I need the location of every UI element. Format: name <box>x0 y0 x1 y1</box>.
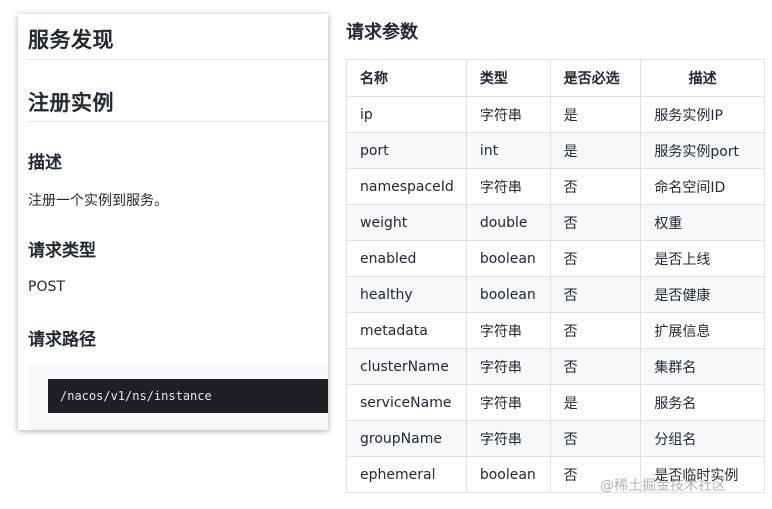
cell-desc: 集群名 <box>640 348 765 385</box>
cell-name: port <box>346 132 467 169</box>
cell-name: ip <box>346 96 467 133</box>
request-type-value: POST <box>28 279 65 295</box>
cell-required: 是 <box>549 96 642 133</box>
cell-type: 字符串 <box>465 168 551 205</box>
divider <box>28 59 328 60</box>
cell-name: namespaceId <box>346 168 467 205</box>
cell-desc: 是否上线 <box>640 240 765 277</box>
cell-name: clusterName <box>346 348 467 385</box>
code-block: /nacos/v1/ns/instance <box>28 364 328 430</box>
header-name: 名称 <box>346 59 467 97</box>
header-type: 类型 <box>465 59 551 97</box>
table-row: namespaceId 字符串 否 命名空间ID <box>346 168 765 205</box>
title-register-instance: 注册实例 <box>28 91 114 115</box>
heading-request-type: 请求类型 <box>28 241 96 261</box>
heading-request-path: 请求路径 <box>28 330 96 350</box>
cell-desc: 是否健康 <box>640 276 765 313</box>
table-row: serviceName 字符串 是 服务名 <box>346 384 765 421</box>
cell-required: 否 <box>549 312 642 349</box>
cell-required: 否 <box>549 420 642 457</box>
cell-type: 字符串 <box>465 420 551 457</box>
table-row: groupName 字符串 否 分组名 <box>346 420 765 457</box>
cell-type: 字符串 <box>465 384 551 421</box>
cell-desc: 服务实例IP <box>640 96 765 133</box>
table-row: weight double 否 权重 <box>346 204 765 241</box>
cell-desc: 命名空间ID <box>640 168 765 205</box>
params-title: 请求参数 <box>346 22 418 43</box>
table-row: port int 是 服务实例port <box>346 132 765 169</box>
cell-type: 字符串 <box>465 96 551 133</box>
request-path-code[interactable]: /nacos/v1/ns/instance <box>48 379 328 413</box>
table-row: clusterName 字符串 否 集群名 <box>346 348 765 385</box>
cell-desc: 权重 <box>640 204 765 241</box>
cell-type: boolean <box>465 456 551 493</box>
table-row: healthy boolean 否 是否健康 <box>346 276 765 313</box>
cell-name: serviceName <box>346 384 467 421</box>
cell-required: 否 <box>549 168 642 205</box>
cell-required: 否 <box>549 204 642 241</box>
title-service-discovery: 服务发现 <box>28 28 114 52</box>
cell-type: 字符串 <box>465 312 551 349</box>
cell-required: 否 <box>549 348 642 385</box>
cell-name: weight <box>346 204 467 241</box>
cell-name: metadata <box>346 312 467 349</box>
cell-desc: 分组名 <box>640 420 765 457</box>
cell-required: 否 <box>549 276 642 313</box>
cell-name: healthy <box>346 276 467 313</box>
cell-name: ephemeral <box>346 456 467 493</box>
cell-desc: 扩展信息 <box>640 312 765 349</box>
table-row: metadata 字符串 否 扩展信息 <box>346 312 765 349</box>
cell-required: 是 <box>549 132 642 169</box>
table-header-row: 名称 类型 是否必选 描述 <box>346 59 765 97</box>
cell-type: int <box>465 132 551 169</box>
header-desc: 描述 <box>640 59 765 97</box>
cell-type: double <box>465 204 551 241</box>
cell-desc: 服务实例port <box>640 132 765 169</box>
divider <box>28 121 328 122</box>
cell-name: groupName <box>346 420 467 457</box>
header-required: 是否必选 <box>549 59 642 97</box>
cell-type: boolean <box>465 240 551 277</box>
heading-description: 描述 <box>28 153 62 173</box>
cell-type: boolean <box>465 276 551 313</box>
table-row: ip 字符串 是 服务实例IP <box>346 96 765 133</box>
cell-required: 是 <box>549 384 642 421</box>
params-table: 名称 类型 是否必选 描述 ip 字符串 是 服务实例IP port int 是… <box>346 59 765 493</box>
table-row: enabled boolean 否 是否上线 <box>346 240 765 277</box>
cell-desc: 服务名 <box>640 384 765 421</box>
cell-name: enabled <box>346 240 467 277</box>
watermark: @稀土掘金技术社区 <box>600 478 726 494</box>
cell-type: 字符串 <box>465 348 551 385</box>
cell-required: 否 <box>549 240 642 277</box>
doc-card: 服务发现 注册实例 描述 注册一个实例到服务。 请求类型 POST 请求路径 /… <box>18 14 328 430</box>
description-text: 注册一个实例到服务。 <box>28 193 168 209</box>
